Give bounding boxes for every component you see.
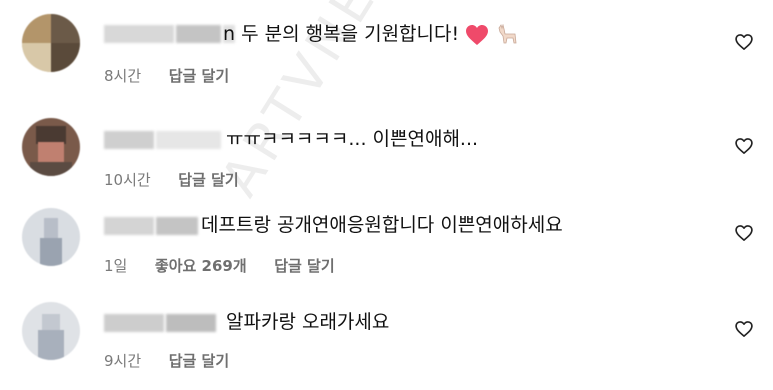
comment-meta: 1일 좋아요 269개 답글 달기 — [104, 256, 335, 276]
llama-emoji-icon — [498, 23, 517, 43]
comment-time: 9시간 — [104, 352, 142, 370]
heart-outline-icon[interactable] — [734, 319, 754, 339]
comment-thread: ARTVNEWS n 두 분의 행복을 기원합니다! 8시간 답글 달기 ㅠㅠㅋ… — [0, 0, 773, 390]
heart-outline-icon[interactable] — [734, 136, 754, 156]
heart-emoji-icon — [466, 24, 489, 45]
comment-time: 8시간 — [104, 67, 142, 85]
avatar[interactable] — [22, 302, 80, 360]
reply-button[interactable]: 답글 달기 — [169, 67, 229, 85]
comment-meta: 10시간 답글 달기 — [104, 170, 239, 190]
username[interactable] — [104, 23, 237, 45]
heart-outline-icon[interactable] — [734, 223, 754, 243]
comment-meta: 8시간 답글 달기 — [104, 66, 229, 86]
avatar[interactable] — [22, 14, 80, 72]
username[interactable] — [104, 215, 200, 237]
avatar[interactable] — [22, 118, 80, 176]
comment-time: 1일 — [104, 257, 128, 275]
heart-outline-icon[interactable] — [734, 32, 754, 52]
comment-text: ㅠㅠㅋㅋㅋㅋㅋ... 이쁜연애해... — [226, 128, 479, 150]
username[interactable] — [104, 129, 223, 151]
likes-count-button[interactable]: 좋아요 269개 — [155, 257, 247, 275]
reply-button[interactable]: 답글 달기 — [178, 171, 238, 189]
comment-meta: 9시간 답글 달기 — [104, 351, 229, 371]
reply-button[interactable]: 답글 달기 — [169, 352, 229, 370]
comment-time: 10시간 — [104, 171, 151, 189]
reply-button[interactable]: 답글 달기 — [274, 257, 334, 275]
comment-text: 알파카랑 오래가세요 — [226, 311, 390, 333]
comment-text: 데프트랑 공개연애응원합니다 이쁜연애하세요 — [201, 214, 563, 236]
username[interactable] — [104, 312, 218, 334]
comment-text: n 두 분의 행복을 기원합니다! — [223, 22, 519, 46]
avatar[interactable] — [22, 208, 80, 266]
